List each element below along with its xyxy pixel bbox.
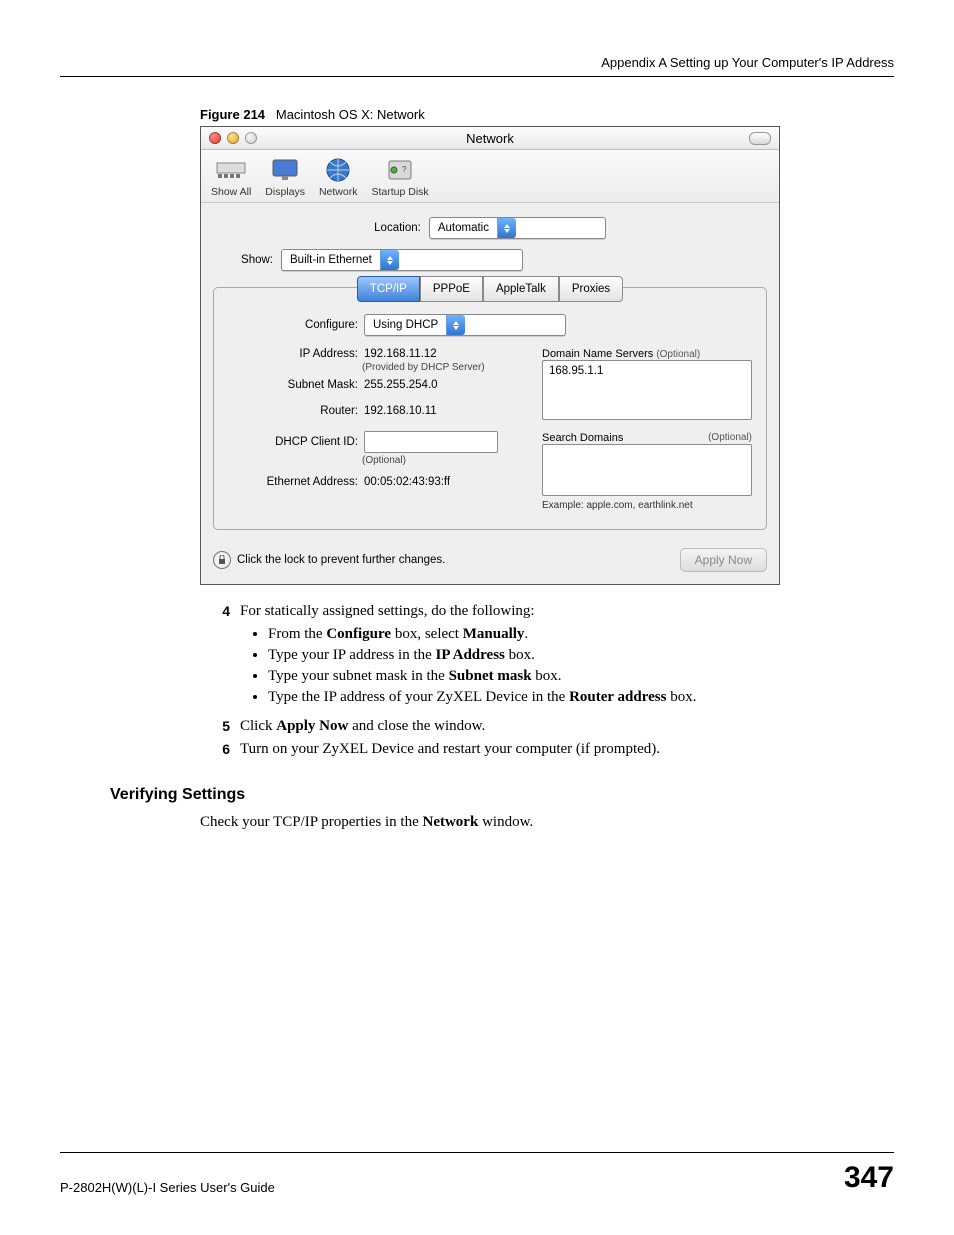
body-text: 4 For statically assigned settings, do t… [200, 603, 894, 831]
tabstrip: TCP/IP PPPoE AppleTalk Proxies [214, 276, 766, 302]
step4-bullet4: Type the IP address of your ZyXEL Device… [268, 689, 894, 706]
tab-pppoe[interactable]: PPPoE [420, 276, 483, 302]
dhcp-optional-note: (Optional) [362, 455, 522, 466]
step6-text: Turn on your ZyXEL Device and restart yo… [240, 741, 894, 758]
figure-caption: Figure 214 Macintosh OS X: Network [200, 107, 894, 122]
dhcp-client-id-label: DHCP Client ID: [228, 436, 364, 448]
network-icon [321, 156, 355, 184]
ethernet-address-label: Ethernet Address: [228, 476, 364, 488]
figure-number: Figure 214 [200, 107, 265, 122]
lock-icon[interactable] [213, 551, 231, 569]
search-domains-example: Example: apple.com, earthlink.net [542, 500, 752, 511]
toolbar-showall-label: Show All [211, 186, 251, 198]
window-titlebar: Network [201, 127, 779, 150]
dns-optional: (Optional) [656, 349, 700, 360]
show-label: Show: [223, 254, 281, 266]
show-value: Built-in Ethernet [282, 254, 380, 266]
tab-tcpip[interactable]: TCP/IP [357, 276, 420, 302]
prefpane-toolbar: Show All Displays Network ? Startup Disk [201, 150, 779, 203]
tab-box: TCP/IP PPPoE AppleTalk Proxies Configure… [213, 287, 767, 530]
dns-section-label: Domain Name Servers (Optional) [542, 348, 752, 360]
step4-bullet1: From the Configure box, select Manually. [268, 626, 894, 643]
step-number: 4 [200, 603, 240, 619]
lock-text: Click the lock to prevent further change… [237, 554, 445, 566]
toolbar-network[interactable]: Network [319, 156, 358, 198]
step-number: 6 [200, 741, 240, 757]
verifying-heading: Verifying Settings [110, 786, 894, 804]
location-value: Automatic [430, 222, 497, 234]
step4-intro: For statically assigned settings, do the… [240, 603, 535, 619]
step5-text: Click Apply Now and close the window. [240, 718, 894, 735]
ip-address-note: (Provided by DHCP Server) [362, 362, 522, 373]
window-title: Network [201, 131, 779, 146]
toolbar-showall[interactable]: Show All [211, 156, 251, 198]
dhcp-client-id-input[interactable] [364, 431, 498, 453]
toolbar-displays[interactable]: Displays [265, 156, 305, 198]
apply-now-button[interactable]: Apply Now [680, 548, 767, 572]
toolbar-toggle-icon[interactable] [749, 132, 771, 145]
toolbar-displays-label: Displays [265, 186, 305, 198]
footer-left: P-2802H(W)(L)-I Series User's Guide [60, 1180, 275, 1195]
dns-input[interactable]: 168.95.1.1 [542, 360, 752, 420]
search-domains-label: Search Domains [542, 432, 623, 444]
search-domains-input[interactable] [542, 444, 752, 496]
subnet-mask-label: Subnet Mask: [228, 379, 364, 391]
svg-text:?: ? [402, 165, 407, 174]
chevron-updown-icon [446, 315, 465, 335]
search-domains-section: Search Domains (Optional) [542, 432, 752, 444]
page-footer: P-2802H(W)(L)-I Series User's Guide 347 [60, 1152, 894, 1195]
tab-proxies[interactable]: Proxies [559, 276, 623, 302]
step4-bullet2: Type your IP address in the IP Address b… [268, 647, 894, 664]
bottom-row: Click the lock to prevent further change… [213, 548, 767, 572]
chevron-updown-icon [497, 218, 516, 238]
configure-select[interactable]: Using DHCP [364, 314, 566, 336]
show-select[interactable]: Built-in Ethernet [281, 249, 523, 271]
configure-value: Using DHCP [365, 319, 446, 331]
figure-title: Macintosh OS X: Network [276, 107, 425, 122]
dns-label-text: Domain Name Servers [542, 348, 653, 360]
router-label: Router: [228, 405, 364, 417]
tab-appletalk[interactable]: AppleTalk [483, 276, 559, 302]
page-header: Appendix A Setting up Your Computer's IP… [60, 55, 894, 77]
toolbar-network-label: Network [319, 186, 358, 198]
ip-address-value: 192.168.11.12 [364, 348, 437, 360]
location-select[interactable]: Automatic [429, 217, 606, 239]
page-number: 347 [844, 1161, 894, 1195]
toolbar-startup[interactable]: ? Startup Disk [371, 156, 428, 198]
verifying-text: Check your TCP/IP properties in the Netw… [200, 814, 894, 831]
router-value: 192.168.10.11 [364, 405, 437, 417]
displays-icon [268, 156, 302, 184]
screenshot-frame: Network Show All Displays Netwo [200, 126, 780, 585]
chevron-updown-icon [380, 250, 399, 270]
step-number: 5 [200, 718, 240, 734]
search-domains-optional: (Optional) [708, 432, 752, 444]
showall-icon [214, 156, 248, 184]
location-label: Location: [374, 222, 429, 234]
toolbar-startup-label: Startup Disk [371, 186, 428, 198]
step4-bullet3: Type your subnet mask in the Subnet mask… [268, 668, 894, 685]
configure-label: Configure: [228, 319, 364, 331]
subnet-mask-value: 255.255.254.0 [364, 379, 438, 391]
startup-disk-icon: ? [383, 156, 417, 184]
prefpane-body: Location: Automatic Show: Built-in Ether… [201, 203, 779, 584]
ethernet-address-value: 00:05:02:43:93:ff [364, 476, 450, 488]
ip-address-label: IP Address: [228, 348, 364, 360]
